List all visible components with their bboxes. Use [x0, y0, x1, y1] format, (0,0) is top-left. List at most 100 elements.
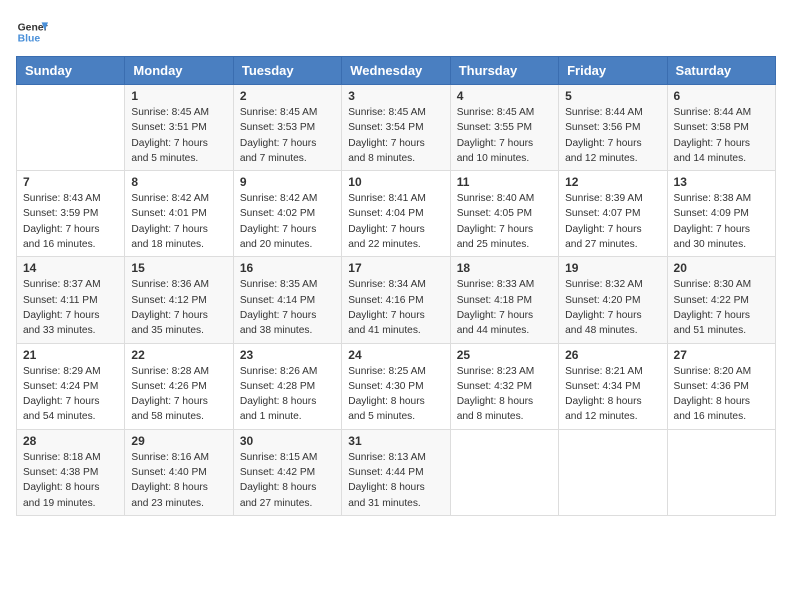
logo-icon: General Blue [16, 16, 48, 48]
day-info: Sunrise: 8:45 AMSunset: 3:55 PMDaylight:… [457, 105, 552, 166]
day-info: Sunrise: 8:23 AMSunset: 4:32 PMDaylight:… [457, 364, 552, 425]
day-number: 3 [348, 89, 443, 103]
day-info: Sunrise: 8:45 AMSunset: 3:54 PMDaylight:… [348, 105, 443, 166]
calendar-cell: 5 Sunrise: 8:44 AMSunset: 3:56 PMDaylight… [559, 85, 667, 171]
weekday-header-row: SundayMondayTuesdayWednesdayThursdayFrid… [17, 57, 776, 85]
day-number: 24 [348, 348, 443, 362]
calendar-cell [667, 429, 775, 515]
day-info: Sunrise: 8:42 AMSunset: 4:01 PMDaylight:… [131, 191, 226, 252]
calendar-cell: 19 Sunrise: 8:32 AMSunset: 4:20 PMDayligh… [559, 257, 667, 343]
calendar-cell: 10Sunrise: 8:41 AMSunset: 4:04 PMDayligh… [342, 171, 450, 257]
calendar-week-row: 28 Sunrise: 8:18 AMSunset: 4:38 PMDayligh… [17, 429, 776, 515]
calendar-cell: 14 Sunrise: 8:37 AMSunset: 4:11 PMDayligh… [17, 257, 125, 343]
day-info: Sunrise: 8:42 AMSunset: 4:02 PMDaylight:… [240, 191, 335, 252]
weekday-header-sunday: Sunday [17, 57, 125, 85]
day-number: 29 [131, 434, 226, 448]
day-number: 15 [131, 261, 226, 275]
calendar-cell: 8Sunrise: 8:42 AMSunset: 4:01 PMDaylight… [125, 171, 233, 257]
page-header: General Blue [16, 16, 776, 48]
day-number: 1 [131, 89, 226, 103]
calendar-week-row: 1 Sunrise: 8:45 AMSunset: 3:51 PMDaylight… [17, 85, 776, 171]
day-info: Sunrise: 8:18 AMSunset: 4:38 PMDaylight:… [23, 450, 118, 511]
calendar-cell: 16 Sunrise: 8:35 AMSunset: 4:14 PMDayligh… [233, 257, 341, 343]
day-info: Sunrise: 8:39 AMSunset: 4:07 PMDaylight:… [565, 191, 660, 252]
calendar-cell: 17 Sunrise: 8:34 AMSunset: 4:16 PMDayligh… [342, 257, 450, 343]
calendar-cell: 18 Sunrise: 8:33 AMSunset: 4:18 PMDayligh… [450, 257, 558, 343]
calendar-cell: 15 Sunrise: 8:36 AMSunset: 4:12 PMDayligh… [125, 257, 233, 343]
calendar-week-row: 21 Sunrise: 8:29 AMSunset: 4:24 PMDayligh… [17, 343, 776, 429]
day-info: Sunrise: 8:20 AMSunset: 4:36 PMDaylight:… [674, 364, 769, 425]
calendar-cell: 20Sunrise: 8:30 AMSunset: 4:22 PMDayligh… [667, 257, 775, 343]
day-info: Sunrise: 8:26 AMSunset: 4:28 PMDaylight:… [240, 364, 335, 425]
calendar-cell: 12 Sunrise: 8:39 AMSunset: 4:07 PMDayligh… [559, 171, 667, 257]
svg-text:Blue: Blue [18, 34, 41, 45]
day-info: Sunrise: 8:36 AMSunset: 4:12 PMDaylight:… [131, 277, 226, 338]
day-number: 16 [240, 261, 335, 275]
day-number: 23 [240, 348, 335, 362]
calendar-week-row: 7 Sunrise: 8:43 AMSunset: 3:59 PMDaylight… [17, 171, 776, 257]
day-number: 4 [457, 89, 552, 103]
day-number: 31 [348, 434, 443, 448]
day-number: 30 [240, 434, 335, 448]
day-info: Sunrise: 8:32 AMSunset: 4:20 PMDaylight:… [565, 277, 660, 338]
calendar-cell: 7 Sunrise: 8:43 AMSunset: 3:59 PMDaylight… [17, 171, 125, 257]
weekday-header-thursday: Thursday [450, 57, 558, 85]
day-info: Sunrise: 8:40 AMSunset: 4:05 PMDaylight:… [457, 191, 552, 252]
calendar-cell: 4 Sunrise: 8:45 AMSunset: 3:55 PMDaylight… [450, 85, 558, 171]
calendar-cell: 26 Sunrise: 8:21 AMSunset: 4:34 PMDayligh… [559, 343, 667, 429]
day-number: 9 [240, 175, 335, 189]
day-number: 6 [674, 89, 769, 103]
calendar-cell: 25 Sunrise: 8:23 AMSunset: 4:32 PMDayligh… [450, 343, 558, 429]
day-number: 2 [240, 89, 335, 103]
weekday-header-tuesday: Tuesday [233, 57, 341, 85]
day-info: Sunrise: 8:44 AMSunset: 3:58 PMDaylight:… [674, 105, 769, 166]
calendar-cell: 11 Sunrise: 8:40 AMSunset: 4:05 PMDayligh… [450, 171, 558, 257]
day-number: 18 [457, 261, 552, 275]
calendar-cell: 1 Sunrise: 8:45 AMSunset: 3:51 PMDaylight… [125, 85, 233, 171]
day-number: 14 [23, 261, 118, 275]
day-info: Sunrise: 8:21 AMSunset: 4:34 PMDaylight:… [565, 364, 660, 425]
day-info: Sunrise: 8:34 AMSunset: 4:16 PMDaylight:… [348, 277, 443, 338]
day-info: Sunrise: 8:35 AMSunset: 4:14 PMDaylight:… [240, 277, 335, 338]
day-number: 20 [674, 261, 769, 275]
day-info: Sunrise: 8:13 AMSunset: 4:44 PMDaylight:… [348, 450, 443, 511]
day-number: 28 [23, 434, 118, 448]
day-number: 12 [565, 175, 660, 189]
day-number: 19 [565, 261, 660, 275]
calendar-cell [559, 429, 667, 515]
day-number: 22 [131, 348, 226, 362]
day-number: 5 [565, 89, 660, 103]
day-info: Sunrise: 8:44 AMSunset: 3:56 PMDaylight:… [565, 105, 660, 166]
day-info: Sunrise: 8:45 AMSunset: 3:51 PMDaylight:… [131, 105, 226, 166]
calendar-cell: 13 Sunrise: 8:38 AMSunset: 4:09 PMDayligh… [667, 171, 775, 257]
weekday-header-wednesday: Wednesday [342, 57, 450, 85]
day-info: Sunrise: 8:41 AMSunset: 4:04 PMDaylight:… [348, 191, 443, 252]
calendar-cell: 24 Sunrise: 8:25 AMSunset: 4:30 PMDayligh… [342, 343, 450, 429]
day-info: Sunrise: 8:43 AMSunset: 3:59 PMDaylight:… [23, 191, 118, 252]
day-info: Sunrise: 8:38 AMSunset: 4:09 PMDaylight:… [674, 191, 769, 252]
day-number: 7 [23, 175, 118, 189]
calendar-cell: 27Sunrise: 8:20 AMSunset: 4:36 PMDayligh… [667, 343, 775, 429]
calendar-cell: 28 Sunrise: 8:18 AMSunset: 4:38 PMDayligh… [17, 429, 125, 515]
calendar-cell: 31 Sunrise: 8:13 AMSunset: 4:44 PMDayligh… [342, 429, 450, 515]
day-number: 17 [348, 261, 443, 275]
day-info: Sunrise: 8:25 AMSunset: 4:30 PMDaylight:… [348, 364, 443, 425]
calendar-cell: 23 Sunrise: 8:26 AMSunset: 4:28 PMDayligh… [233, 343, 341, 429]
calendar-cell: 6 Sunrise: 8:44 AMSunset: 3:58 PMDaylight… [667, 85, 775, 171]
calendar-cell [450, 429, 558, 515]
day-number: 25 [457, 348, 552, 362]
day-number: 21 [23, 348, 118, 362]
calendar-table: SundayMondayTuesdayWednesdayThursdayFrid… [16, 56, 776, 516]
logo: General Blue [16, 16, 48, 48]
day-info: Sunrise: 8:37 AMSunset: 4:11 PMDaylight:… [23, 277, 118, 338]
calendar-cell: 29Sunrise: 8:16 AMSunset: 4:40 PMDayligh… [125, 429, 233, 515]
day-info: Sunrise: 8:29 AMSunset: 4:24 PMDaylight:… [23, 364, 118, 425]
weekday-header-saturday: Saturday [667, 57, 775, 85]
day-info: Sunrise: 8:33 AMSunset: 4:18 PMDaylight:… [457, 277, 552, 338]
day-number: 13 [674, 175, 769, 189]
day-info: Sunrise: 8:45 AMSunset: 3:53 PMDaylight:… [240, 105, 335, 166]
calendar-week-row: 14 Sunrise: 8:37 AMSunset: 4:11 PMDayligh… [17, 257, 776, 343]
day-number: 11 [457, 175, 552, 189]
weekday-header-friday: Friday [559, 57, 667, 85]
day-number: 26 [565, 348, 660, 362]
